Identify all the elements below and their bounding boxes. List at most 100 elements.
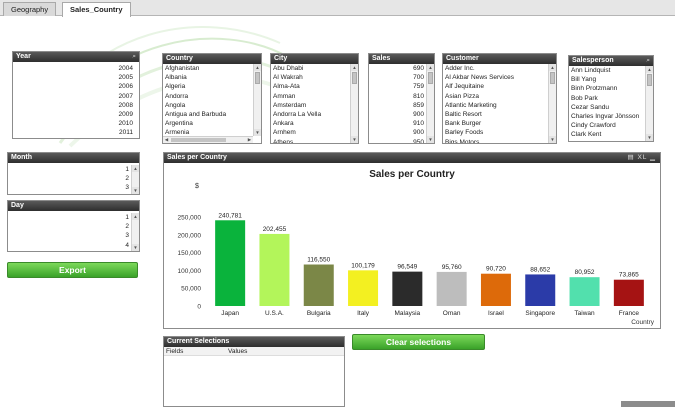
day-vertical-scrollbar[interactable]: ▲ ▼ xyxy=(131,213,139,251)
list-item[interactable]: Arnhem xyxy=(271,128,350,137)
list-item[interactable]: Barley Foods xyxy=(443,128,548,137)
list-item[interactable]: 900 xyxy=(369,128,426,137)
list-item[interactable]: Alf Jequitaine xyxy=(443,82,548,91)
list-item[interactable]: Bob Park xyxy=(569,94,645,103)
list-item[interactable]: Afghanistan xyxy=(163,64,253,73)
scroll-down-icon[interactable]: ▼ xyxy=(646,134,653,141)
customer-listbox[interactable]: Customer Adder Inc. Al Akbar News Service… xyxy=(442,53,557,144)
scroll-down-icon[interactable]: ▼ xyxy=(549,136,556,143)
list-item[interactable]: 2011 xyxy=(13,128,135,137)
month-vertical-scrollbar[interactable]: ▲ ▼ xyxy=(131,165,139,194)
list-item[interactable]: Algeria xyxy=(163,82,253,91)
salesperson-listbox[interactable]: Salesperson ⌕ Ann Lindquist Bill Yang Binh … xyxy=(568,55,654,142)
list-item[interactable]: Atlantic Marketing xyxy=(443,101,548,110)
scroll-up-icon[interactable]: ▲ xyxy=(351,64,358,71)
list-item[interactable]: 690 xyxy=(369,64,426,73)
print-icon[interactable]: ▤ xyxy=(628,154,635,161)
list-item[interactable]: 1 xyxy=(8,213,131,222)
list-item[interactable]: Cindy Crawford xyxy=(569,121,645,130)
list-item[interactable]: Athens xyxy=(271,138,350,144)
list-item[interactable]: Antigua and Barbuda xyxy=(163,110,253,119)
list-item[interactable]: Ankara xyxy=(271,119,350,128)
list-item[interactable]: 950 xyxy=(369,138,426,144)
list-item[interactable]: 1 xyxy=(8,165,131,174)
scroll-down-icon[interactable]: ▼ xyxy=(132,244,139,251)
scroll-up-icon[interactable]: ▲ xyxy=(132,213,139,220)
minimize-icon[interactable]: ▁ xyxy=(650,154,656,161)
list-item[interactable]: Armenia xyxy=(163,128,253,136)
sales-vertical-scrollbar[interactable]: ▲ ▼ xyxy=(426,64,434,143)
list-item[interactable]: Amsterdam xyxy=(271,101,350,110)
scroll-down-icon[interactable]: ▼ xyxy=(427,136,434,143)
tab-sales-country[interactable]: Sales_Country xyxy=(62,2,131,17)
list-item[interactable]: 2004 xyxy=(13,64,135,73)
salesperson-vertical-scrollbar[interactable]: ▲ ▼ xyxy=(645,66,653,141)
list-item[interactable]: 2010 xyxy=(13,119,135,128)
list-item[interactable]: 2009 xyxy=(13,110,135,119)
scroll-down-icon[interactable]: ▼ xyxy=(254,129,261,136)
scroll-up-icon[interactable]: ▲ xyxy=(254,64,261,71)
day-listbox[interactable]: Day 1234 ▲ ▼ xyxy=(7,200,140,252)
list-item[interactable]: 2 xyxy=(8,222,131,231)
list-item[interactable]: 2007 xyxy=(13,92,135,101)
list-item[interactable]: 759 xyxy=(369,82,426,91)
excel-icon[interactable]: XL xyxy=(637,154,647,161)
list-item[interactable]: Amman xyxy=(271,92,350,101)
scroll-up-icon[interactable]: ▲ xyxy=(646,66,653,73)
country-listbox[interactable]: Country Afghanistan Albania Algeria Andorra… xyxy=(162,53,262,144)
list-item[interactable]: Andorra xyxy=(163,92,253,101)
list-item[interactable]: Abu Dhabi xyxy=(271,64,350,73)
list-item[interactable]: Alma-Ata xyxy=(271,82,350,91)
list-item[interactable]: Bigs Motors xyxy=(443,138,548,144)
country-horizontal-scrollbar[interactable]: ◀ ▶ xyxy=(163,136,253,143)
list-item[interactable]: 900 xyxy=(369,110,426,119)
list-item[interactable]: Al Wakrah xyxy=(271,73,350,82)
list-item[interactable]: 810 xyxy=(369,92,426,101)
country-vertical-scrollbar[interactable]: ▲ ▼ xyxy=(253,64,261,136)
list-item[interactable]: 859 xyxy=(369,101,426,110)
scroll-up-icon[interactable]: ▲ xyxy=(549,64,556,71)
scroll-up-icon[interactable]: ▲ xyxy=(427,64,434,71)
list-item[interactable]: Bank Burger xyxy=(443,119,548,128)
scroll-down-icon[interactable]: ▼ xyxy=(132,187,139,194)
sales-listbox[interactable]: Sales 690 700 759 810 859 900 910 900 950 ▲ ▼ xyxy=(368,53,435,144)
list-item[interactable]: 4 xyxy=(8,241,131,250)
list-item[interactable]: 2008 xyxy=(13,101,135,110)
list-item[interactable]: Argentina xyxy=(163,119,253,128)
list-item[interactable]: 700 xyxy=(369,73,426,82)
list-item[interactable]: 3 xyxy=(8,183,131,192)
export-button[interactable]: Export xyxy=(7,262,138,278)
year-listbox[interactable]: Year ⌕ 2004 2005 2006 2007 2008 2009 2010 2011 xyxy=(12,51,140,139)
list-item[interactable]: Charles Ingvar Jönsson xyxy=(569,112,645,121)
list-item[interactable]: 910 xyxy=(369,119,426,128)
list-item[interactable]: Cezar Sandu xyxy=(569,103,645,112)
list-item[interactable]: Al Akbar News Services xyxy=(443,73,548,82)
list-item[interactable]: Albania xyxy=(163,73,253,82)
list-item[interactable]: 3 xyxy=(8,231,131,240)
search-icon[interactable]: ⌕ xyxy=(646,56,650,66)
list-item[interactable]: Asian Pizza xyxy=(443,92,548,101)
scroll-left-icon[interactable]: ◀ xyxy=(163,137,170,143)
clear-selections-button[interactable]: Clear selections xyxy=(352,334,485,350)
list-item[interactable]: 2006 xyxy=(13,82,135,91)
search-icon[interactable]: ⌕ xyxy=(132,52,136,62)
city-vertical-scrollbar[interactable]: ▲ ▼ xyxy=(350,64,358,143)
list-item[interactable]: Adder Inc. xyxy=(443,64,548,73)
tab-geography[interactable]: Geography xyxy=(3,2,57,16)
list-item[interactable]: Angola xyxy=(163,101,253,110)
scroll-down-icon[interactable]: ▼ xyxy=(351,136,358,143)
list-item[interactable]: Binh Protzmann xyxy=(569,84,645,93)
list-item[interactable]: Andorra La Vella xyxy=(271,110,350,119)
city-listbox[interactable]: City Abu Dhabi Al Wakrah Alma-Ata Amman Amst… xyxy=(270,53,359,144)
scroll-up-icon[interactable]: ▲ xyxy=(132,165,139,172)
list-item[interactable]: Baltic Resort xyxy=(443,110,548,119)
list-item[interactable]: 2005 xyxy=(13,73,135,82)
list-item[interactable]: Bill Yang xyxy=(569,75,645,84)
chart-controls[interactable]: ▤ XL ▁ xyxy=(628,153,657,163)
month-listbox[interactable]: Month 123 ▲ ▼ xyxy=(7,152,140,195)
list-item[interactable]: 2 xyxy=(8,174,131,183)
list-item[interactable]: Clark Kent xyxy=(569,130,645,139)
list-item[interactable]: Ann Lindquist xyxy=(569,66,645,75)
customer-vertical-scrollbar[interactable]: ▲ ▼ xyxy=(548,64,556,143)
scroll-right-icon[interactable]: ▶ xyxy=(246,137,253,143)
